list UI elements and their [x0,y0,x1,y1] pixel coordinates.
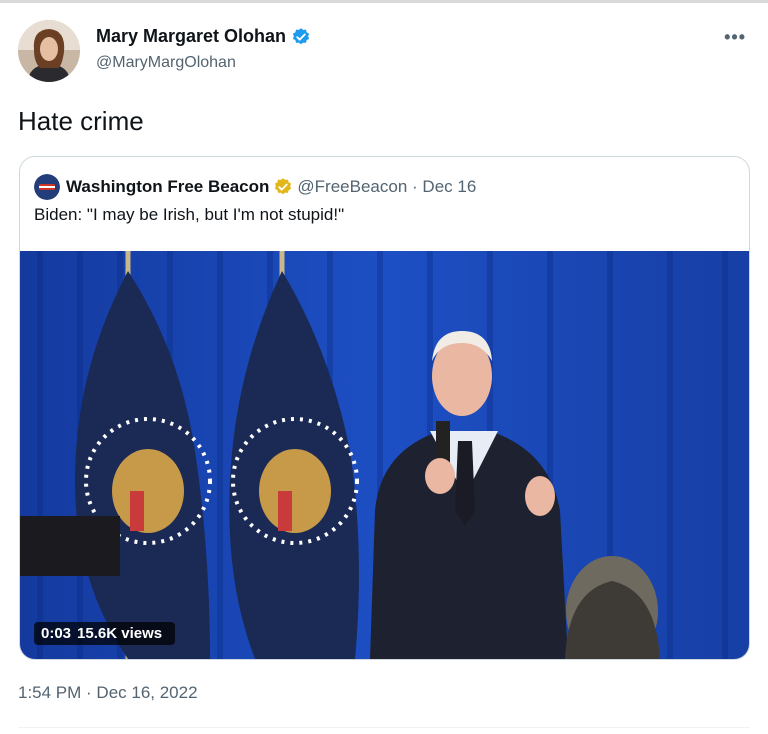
quoted-display-name[interactable]: Washington Free Beacon [66,177,269,197]
author-handle[interactable]: @MaryMargOlohan [96,54,236,72]
quoted-separator: · [412,177,418,196]
video-views: 15.6K views [77,625,163,642]
video-stats-badge: 0:03 15.6K views [34,622,176,645]
video-player[interactable]: 0:03 15.6K views [20,251,749,659]
author-name-row: Mary Margaret Olohan [96,26,311,47]
tweet-timestamp[interactable]: 1:54 PM · Dec 16, 2022 [18,683,198,703]
quoted-tweet[interactable]: Washington Free Beacon @FreeBeacon · Dec… [19,156,750,660]
author-avatar[interactable] [18,20,80,82]
top-border [0,0,768,3]
quoted-author-avatar [34,174,60,200]
divider [18,727,750,728]
author-display-name[interactable]: Mary Margaret Olohan [96,26,286,47]
tweet-text: Hate crime [18,106,144,136]
quoted-tweet-text: Biden: "I may be Irish, but I'm not stup… [34,205,345,224]
verified-badge-icon [292,27,310,44]
quoted-handle[interactable]: @FreeBeacon [297,177,407,197]
more-options-icon[interactable]: ••• [724,27,746,48]
quoted-date[interactable]: Dec 16 [422,177,476,197]
gold-verified-badge-icon [275,178,292,195]
video-frame [20,251,749,659]
video-duration: 0:03 [41,625,72,642]
quoted-tweet-header: Washington Free Beacon @FreeBeacon · Dec… [34,174,476,200]
